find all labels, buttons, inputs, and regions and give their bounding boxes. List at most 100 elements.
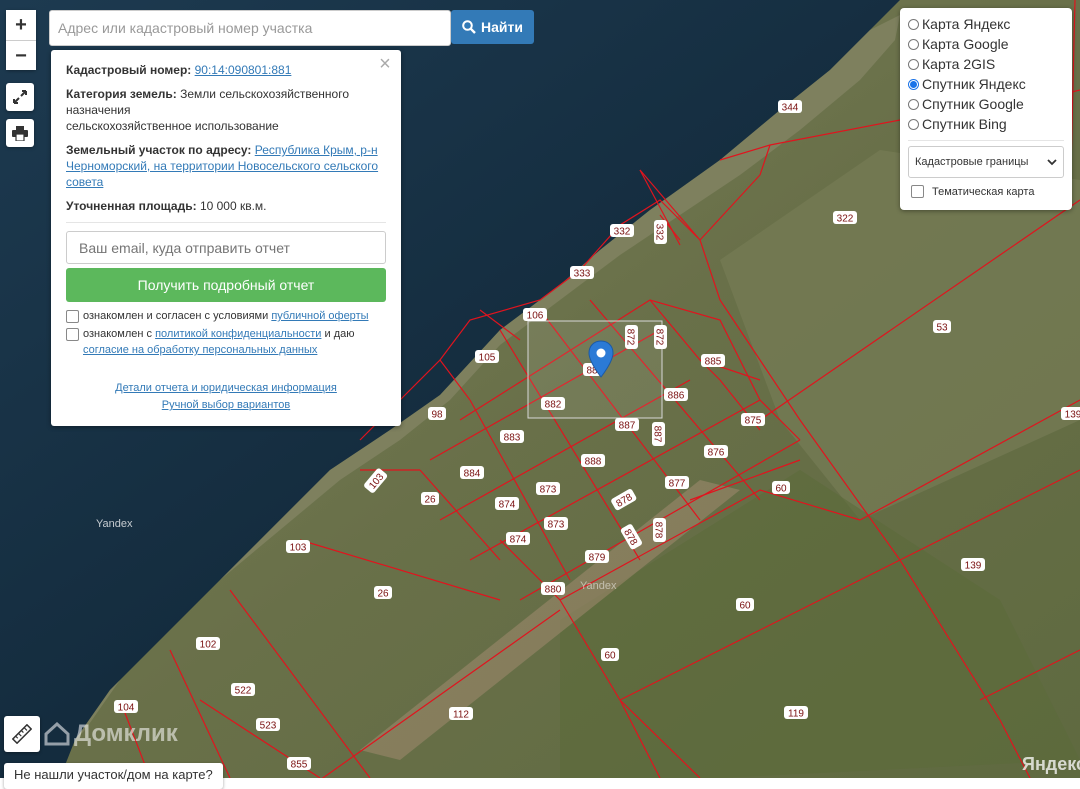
- privacy-agreement-label: ознакомлен с: [83, 328, 153, 340]
- plot-label[interactable]: 112: [449, 707, 473, 721]
- plot-label[interactable]: 875: [741, 413, 765, 427]
- plot-label[interactable]: 882: [541, 397, 565, 411]
- plot-label[interactable]: 106: [523, 308, 547, 322]
- plot-label[interactable]: 98: [428, 407, 446, 421]
- plot-label[interactable]: 884: [460, 466, 484, 480]
- plot-label[interactable]: 879: [585, 550, 609, 564]
- print-button[interactable]: [6, 119, 34, 147]
- offer-agreement-checkbox[interactable]: [66, 310, 79, 323]
- plot-label[interactable]: 523: [256, 718, 280, 732]
- plot-label[interactable]: 322: [833, 211, 857, 225]
- privacy-agreement-checkbox[interactable]: [66, 328, 79, 341]
- plot-label[interactable]: 344: [778, 100, 802, 114]
- plot-label[interactable]: 119: [784, 706, 808, 720]
- plot-label[interactable]: 26: [421, 492, 439, 506]
- plot-label[interactable]: 332: [610, 224, 634, 238]
- plot-label[interactable]: 60: [736, 598, 754, 612]
- map-type-options: Карта Яндекс Карта Google Карта 2GIS Спутни…: [908, 14, 1064, 134]
- plot-label[interactable]: 883: [500, 430, 524, 444]
- plot-label[interactable]: 103: [286, 540, 310, 554]
- plot-label[interactable]: 26: [374, 586, 392, 600]
- plot-label[interactable]: 139: [961, 558, 985, 572]
- cadastral-number-link[interactable]: 90:14:090801:881: [195, 63, 292, 77]
- plot-label-text: 26: [424, 495, 436, 506]
- zoom-out-button[interactable]: −: [6, 40, 36, 70]
- zoom-control: + −: [6, 10, 36, 70]
- map-type-label: Карта 2GIS: [922, 56, 996, 72]
- address-label: Земельный участок по адресу:: [66, 143, 252, 157]
- plot-label[interactable]: 886: [664, 388, 688, 402]
- overlay-select[interactable]: Кадастровые границы: [908, 146, 1064, 178]
- map-type-option[interactable]: Спутник Google: [908, 94, 1064, 114]
- plot-label[interactable]: 873: [544, 517, 568, 531]
- manual-selection-link[interactable]: Ручной выбор вариантов: [66, 397, 386, 414]
- land-use-value: сельскохозяйственное использование: [66, 119, 279, 133]
- fullscreen-button[interactable]: [6, 83, 34, 111]
- plot-label[interactable]: 888: [581, 454, 605, 468]
- not-found-button[interactable]: Не нашли участок/дом на карте?: [4, 763, 223, 789]
- plot-label[interactable]: 104: [114, 700, 138, 714]
- plot-label[interactable]: 139: [1061, 407, 1080, 421]
- ruler-icon: [12, 724, 32, 744]
- map-type-option[interactable]: Карта Google: [908, 34, 1064, 54]
- get-report-button[interactable]: Получить подробный отчет: [66, 268, 386, 302]
- plot-label[interactable]: 878: [653, 518, 667, 542]
- plot-label[interactable]: 874: [506, 532, 530, 546]
- map-type-label: Спутник Bing: [922, 116, 1007, 132]
- radio-button[interactable]: [908, 58, 919, 70]
- report-details-link[interactable]: Детали отчета и юридическая информация: [66, 380, 386, 397]
- map-type-option[interactable]: Карта 2GIS: [908, 54, 1064, 74]
- radio-button[interactable]: [908, 18, 919, 30]
- plot-label-text: 523: [260, 721, 277, 732]
- plot-label-text: 874: [499, 500, 516, 511]
- plot-label[interactable]: 60: [772, 481, 790, 495]
- map-type-option[interactable]: Карта Яндекс: [908, 14, 1064, 34]
- ruler-button[interactable]: [4, 716, 40, 752]
- search-button[interactable]: Найти: [451, 10, 534, 44]
- plot-label-text: 333: [574, 269, 591, 280]
- plot-label[interactable]: 102: [196, 637, 220, 651]
- offer-agreement-text: ознакомлен и согласен с условиями публич…: [83, 308, 369, 324]
- zoom-in-button[interactable]: +: [6, 10, 36, 40]
- radio-button[interactable]: [908, 98, 919, 110]
- plot-label[interactable]: 872: [654, 325, 668, 349]
- map-type-option[interactable]: Спутник Bing: [908, 114, 1064, 134]
- plot-label[interactable]: 877: [665, 476, 689, 490]
- close-icon[interactable]: ×: [377, 54, 393, 74]
- plot-label-text: 53: [936, 323, 948, 334]
- plot-label[interactable]: 332: [654, 220, 668, 244]
- plot-label[interactable]: 60: [601, 648, 619, 662]
- plot-label[interactable]: 855: [287, 757, 311, 771]
- plot-label[interactable]: 876: [704, 445, 728, 459]
- plot-label-text: 876: [708, 448, 725, 459]
- plot-label[interactable]: 53: [933, 320, 951, 334]
- plot-label-text: 112: [453, 710, 469, 721]
- privacy-policy-link[interactable]: политикой конфиденциальности: [155, 328, 321, 340]
- plot-label[interactable]: 105: [475, 350, 499, 364]
- search-input[interactable]: [49, 10, 451, 46]
- plot-label[interactable]: 885: [701, 354, 725, 368]
- plot-label[interactable]: 522: [231, 683, 255, 697]
- plot-label-text: 873: [548, 520, 565, 531]
- email-field[interactable]: [66, 231, 386, 264]
- radio-button[interactable]: [908, 118, 919, 130]
- print-icon: [12, 125, 28, 141]
- plot-label[interactable]: 333: [570, 266, 594, 280]
- thematic-map-checkbox[interactable]: [911, 185, 924, 198]
- plot-label[interactable]: 873: [536, 482, 560, 496]
- map-type-option[interactable]: Спутник Яндекс: [908, 74, 1064, 94]
- search-icon: [462, 20, 476, 34]
- plot-label[interactable]: 887: [652, 422, 666, 446]
- plot-label[interactable]: 874: [495, 497, 519, 511]
- radio-button[interactable]: [908, 38, 919, 50]
- public-offer-link[interactable]: публичной оферты: [271, 310, 368, 322]
- plot-label[interactable]: 880: [541, 582, 565, 596]
- radio-button[interactable]: [908, 78, 919, 90]
- personal-data-consent-link[interactable]: согласие на обработку персональных данны…: [83, 344, 317, 356]
- brand-logo: Домклик: [44, 720, 178, 748]
- plot-label[interactable]: 887: [615, 418, 639, 432]
- plot-label-text: 873: [540, 485, 557, 496]
- plot-label-text: 139: [1065, 410, 1080, 421]
- plot-label-text: 522: [235, 686, 252, 697]
- plot-label[interactable]: 872: [625, 325, 639, 349]
